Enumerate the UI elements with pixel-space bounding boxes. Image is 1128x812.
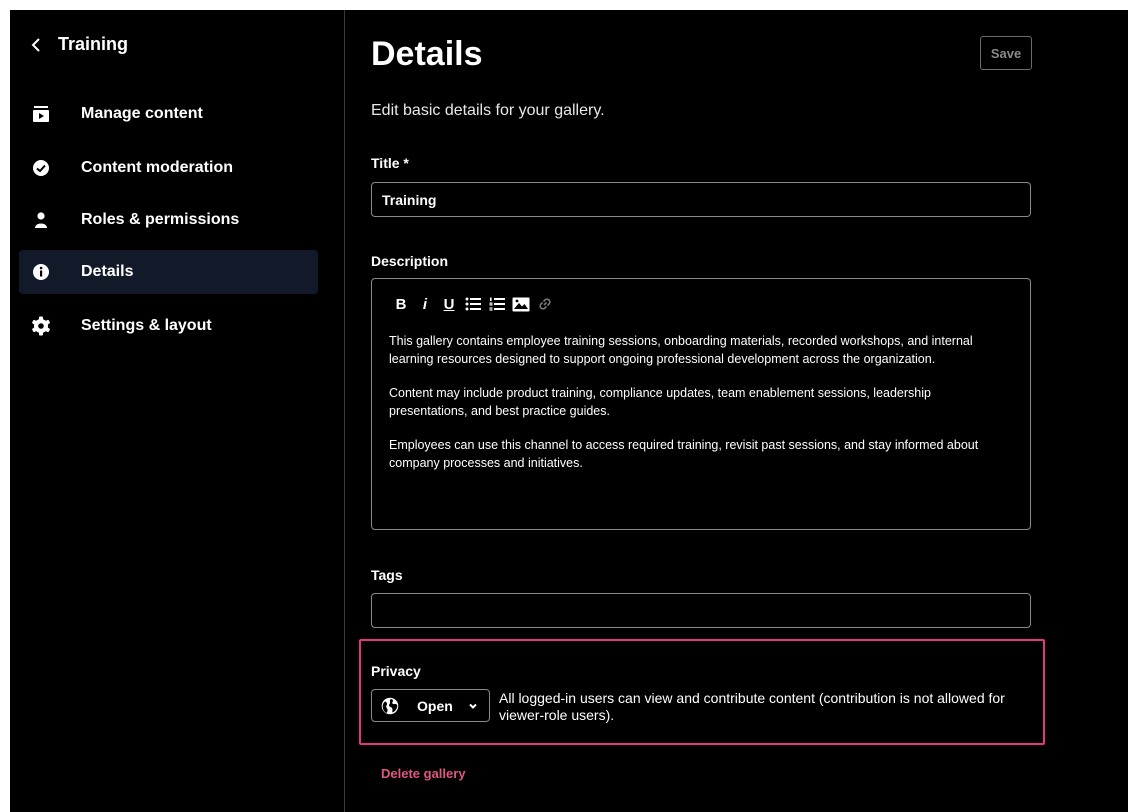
sidebar-item-label: Settings & layout [81,317,212,334]
description-paragraph: Employees can use this channel to access… [389,438,979,470]
gallery-settings-panel: Training Manage content Content moderati… [10,10,1128,812]
save-button[interactable]: Save [980,36,1032,70]
tags-input[interactable] [371,593,1031,628]
check-circle-icon [31,158,51,178]
bold-button[interactable]: B [390,293,412,315]
privacy-selected-value: Open [417,698,453,714]
privacy-description: All logged-in users can view and contrib… [499,690,1005,723]
sidebar-item-details[interactable]: Details [19,250,318,294]
back-button[interactable]: Training [30,34,128,55]
sidebar-item-manage-content[interactable]: Manage content [19,92,318,136]
title-field-label: Title * [371,155,409,171]
sidebar-item-label: Content moderation [81,159,233,176]
sidebar-item-content-moderation[interactable]: Content moderation [19,146,318,190]
delete-gallery-link[interactable]: Delete gallery [381,766,466,781]
chevron-left-icon [31,37,40,52]
gallery-name: Training [58,34,129,54]
video-playlist-icon [31,104,51,124]
tags-label: Tags [371,567,403,583]
privacy-dropdown[interactable]: Open [371,689,490,722]
privacy-label: Privacy [371,663,421,679]
italic-button[interactable]: i [414,293,436,315]
title-input[interactable] [371,182,1031,217]
underline-button[interactable]: U [438,293,460,315]
info-circle-icon [31,262,51,282]
gear-icon [31,316,51,336]
image-icon[interactable] [510,293,532,315]
bullet-list-icon[interactable] [462,293,484,315]
numbered-list-icon[interactable] [486,293,508,315]
sidebar-item-label: Roles & permissions [81,211,240,228]
user-icon [31,210,51,230]
sidebar-item-settings-layout[interactable]: Settings & layout [19,304,318,348]
globe-icon [381,697,399,715]
sidebar: Training Manage content Content moderati… [10,10,345,812]
page-subtitle: Edit basic details for your gallery. [371,102,605,119]
description-paragraph: Content may include product training, co… [389,386,931,418]
page-title: Details [371,35,483,73]
sidebar-item-label: Details [81,263,134,280]
chevron-down-icon [469,703,477,709]
description-text[interactable]: This gallery contains employee training … [389,332,1009,488]
link-icon[interactable] [534,293,556,315]
sidebar-item-roles-permissions[interactable]: Roles & permissions [19,198,318,242]
details-form: Details Save Edit basic details for your… [359,10,1061,812]
sidebar-item-label: Manage content [81,105,203,122]
description-paragraph: This gallery contains employee training … [389,334,973,366]
description-editor[interactable]: B i U This gallery contains employee tra… [371,278,1031,530]
editor-toolbar: B i U [390,293,558,315]
description-label: Description [371,253,449,269]
app-window: Training Manage content Content moderati… [0,0,1128,812]
